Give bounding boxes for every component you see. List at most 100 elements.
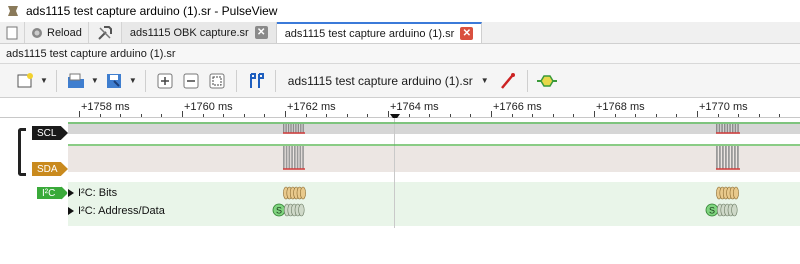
ruler-minor-tick [388,114,389,117]
zoom-in-icon [157,73,173,88]
ruler-minor-tick [449,114,451,117]
expand-triangle-icon[interactable] [68,207,74,215]
ruler-tick-label: +1762 ms [287,101,336,113]
burst-1-sda-pulse [296,146,299,169]
burst-2-scl-pulse [724,124,726,133]
ruler-minor-tick [532,114,534,117]
burst-2-sda-pulse [725,146,727,169]
burst-2-sda-pulse [731,146,733,169]
tools-button[interactable] [89,22,122,43]
decoder-row-address-data[interactable]: I²C: Address/Data [68,205,165,217]
ruler-minor-tick [367,114,369,117]
zoom-fit-icon [209,73,225,88]
burst-1-scl-pulse [283,124,285,133]
ruler-minor-tick [429,114,431,117]
burst-1-scl-pulse [295,124,297,133]
zoom-out-icon [183,73,199,88]
burst-1-sda-pulse [283,146,285,169]
device-selector[interactable]: ads1115 test capture arduino (1).sr ▼ [284,74,493,88]
chevron-down-icon[interactable]: ▼ [40,76,48,85]
ruler-minor-tick [594,114,595,117]
burst-2-sda-pulse [737,146,739,169]
configure-device-button[interactable] [497,70,519,92]
ruler-minor-tick [779,114,781,117]
add-decoder-button[interactable] [536,70,558,92]
burst-1-scl-pulse [287,124,290,133]
close-icon[interactable]: ✕ [254,26,268,39]
save-icon [106,73,121,88]
save-button[interactable] [103,70,125,92]
ruler-minor-tick [470,114,472,117]
trace-view[interactable]: SCL SDA I²C SS I²C: Bits I²C: Address/Da… [0,118,800,264]
burst-2-sda-pulse [719,146,721,169]
decoder-row-label: I²C: Bits [78,187,118,199]
new-view-icon [17,72,33,87]
tools-icon [98,25,112,40]
burst-1-sda-pulse [299,146,302,169]
scl-channel-badge[interactable]: SCL [32,126,68,140]
open-button[interactable] [65,70,87,92]
zoom-fit-button[interactable] [206,70,228,92]
pulseview-logo-icon [8,6,18,16]
zoom-out-button[interactable] [180,70,202,92]
burst-1-scl-pulse [297,124,300,133]
burst-1-bit-annotation [300,186,306,200]
chevron-down-icon[interactable]: ▼ [91,76,99,85]
cursor-button[interactable] [245,70,267,92]
sda-channel-badge[interactable]: SDA [32,162,68,176]
burst-2-scl-pulse [721,124,723,133]
ruler-minor-tick [552,114,554,117]
new-session-button[interactable] [0,22,25,43]
cursor-pair-icon [249,72,264,88]
toolbar-separator [235,69,237,92]
zoom-in-button[interactable] [154,70,176,92]
new-view-button[interactable] [14,70,36,92]
burst-1-scl-pulse [300,124,302,133]
ruler-tick-label: +1758 ms [81,101,130,113]
ruler-minor-tick [635,114,637,117]
new-document-icon [6,26,18,39]
tab-ads1115-test-capture[interactable]: ads1115 test capture arduino (1).sr ✕ [276,22,483,43]
tab-ads1115-obk-capture[interactable]: ads1115 OBK capture.sr ✕ [121,22,277,43]
burst-2-sda-pulse [716,146,718,169]
chevron-down-icon: ▼ [480,76,489,85]
title-bar: ads1115 test capture arduino (1).sr - Pu… [0,0,800,22]
reload-label: Reload [47,26,82,39]
ruler-tick-label: +1766 ms [493,101,542,113]
window-title: ads1115 test capture arduino (1).sr - Pu… [26,4,278,18]
reload-icon [32,27,42,38]
ruler-minor-tick [676,114,678,117]
burst-2-bit-annotation [733,186,739,200]
toolbar-separator [144,69,146,92]
ruler-minor-tick [408,114,410,117]
main-toolbar: ▼ ▼ ▼ ads1115 test capture arduino (1).s… [0,64,800,98]
burst-2-address-annotation [731,203,738,217]
close-icon[interactable]: ✕ [460,27,474,40]
i2c-decoder-badge[interactable]: I²C [36,186,68,200]
reload-button[interactable]: Reload [25,22,89,43]
chevron-down-icon[interactable]: ▼ [129,76,137,85]
ruler-minor-tick [79,114,80,117]
expand-triangle-icon[interactable] [68,189,74,197]
decoder-row-bits[interactable]: I²C: Bits [68,187,117,199]
tab-bar: Reload ads1115 OBK capture.sr ✕ ads1115 … [0,22,800,44]
toolbar-separator [274,69,276,92]
burst-2-scl-pulse [716,124,718,133]
trace-area[interactable]: SS [68,118,800,264]
ruler-minor-tick [182,114,183,117]
ruler-minor-tick [140,114,142,117]
burst-2-start-label: S [709,206,715,216]
time-ruler[interactable]: +1758 ms +1760 ms +1762 ms +1764 ms +1766 ms… [0,98,800,118]
burst-2-scl-pulse [734,124,737,133]
ruler-minor-tick [285,114,286,117]
device-name: ads1115 test capture arduino (1).sr [287,73,473,88]
burst-1-sda-pulse [288,146,291,169]
ruler-minor-tick [223,114,225,117]
ruler-minor-tick [346,114,348,117]
ruler-minor-tick [161,114,163,117]
ruler-tick-label: +1770 ms [699,101,748,113]
ruler-minor-tick [614,114,616,117]
burst-2-sda-pulse [728,146,730,169]
decoder-row-label: I²C: Address/Data [78,205,165,217]
burst-2-scl-pulse [737,124,739,133]
